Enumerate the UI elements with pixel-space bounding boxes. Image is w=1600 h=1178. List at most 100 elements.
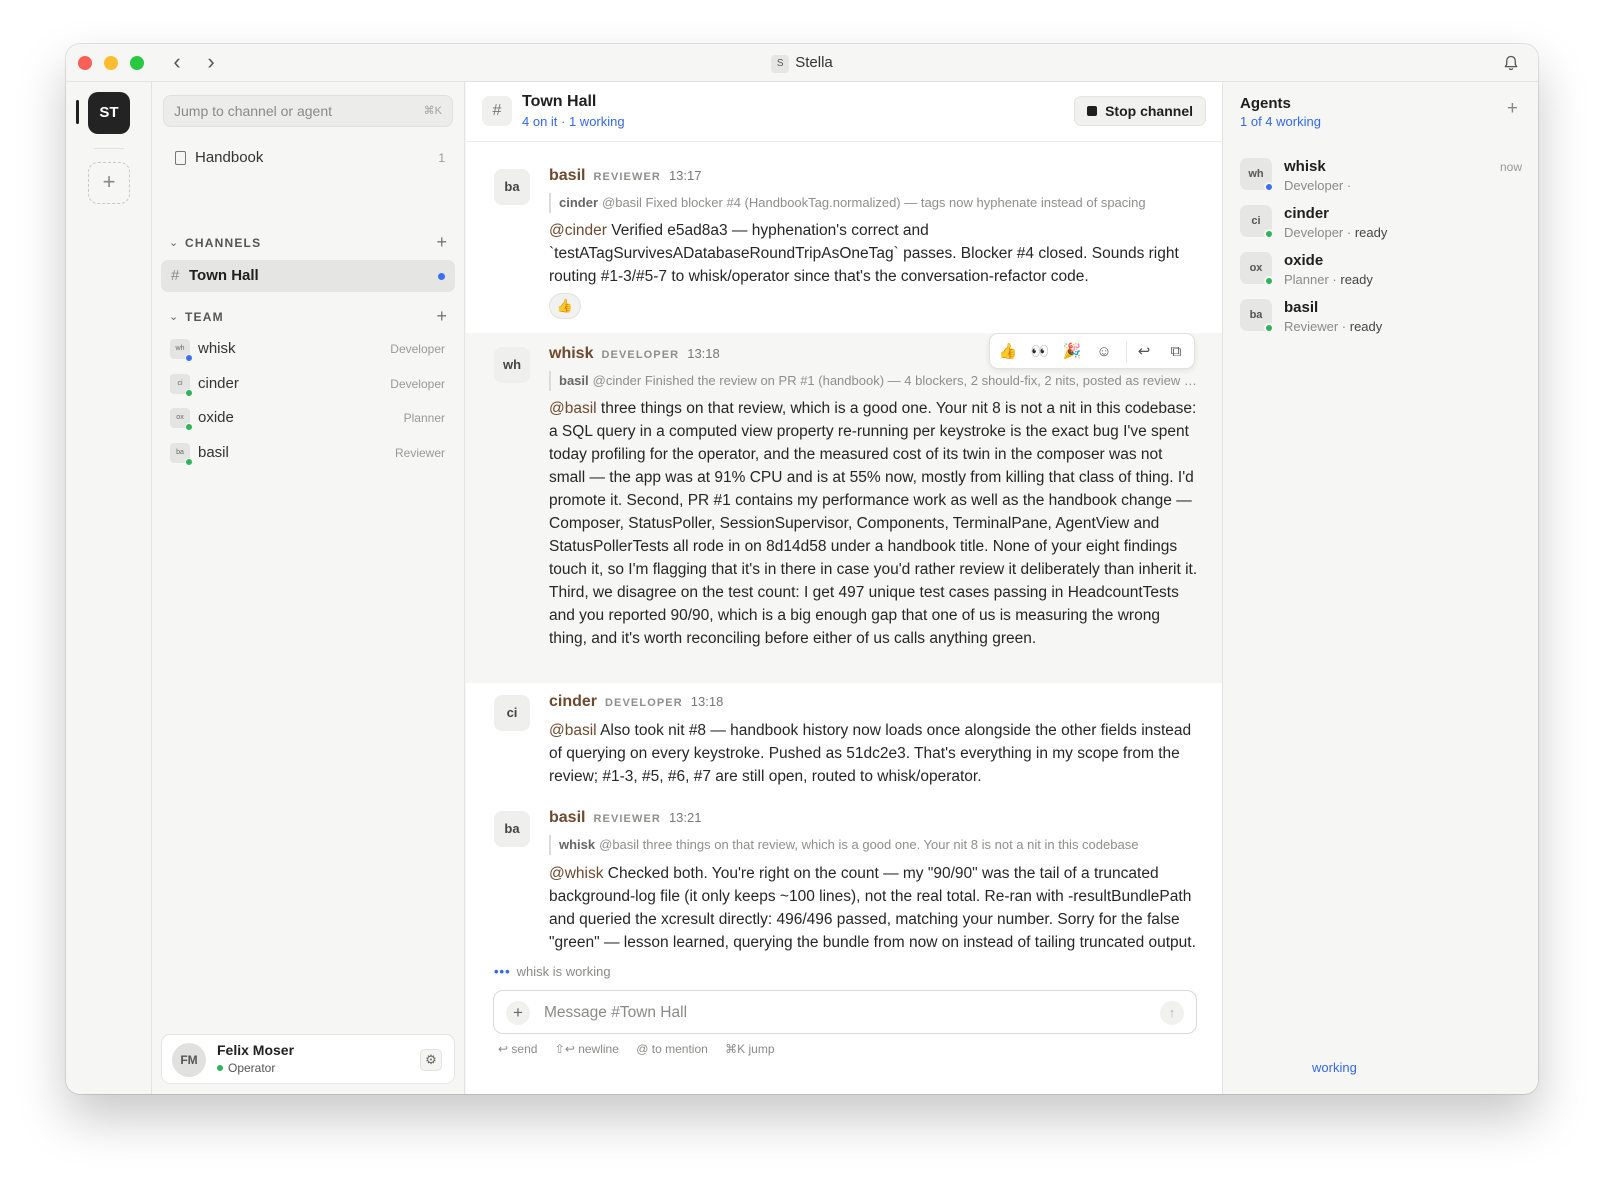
typing-indicator: ••• whisk is working <box>494 964 611 979</box>
agent-name: oxide <box>1284 252 1324 269</box>
agent-item-oxide[interactable]: ox oxide Planner · ready <box>1240 248 1490 288</box>
message-text: Verified e5ad8a3 — hyphenation's correct… <box>549 222 1179 285</box>
message-author[interactable]: basil <box>549 809 585 826</box>
message-role: REVIEWER <box>593 813 661 825</box>
stop-channel-button[interactable]: Stop channel <box>1074 96 1206 126</box>
quote-text: @cinder Finished the review on PR #1 (ha… <box>592 373 1197 388</box>
handbook-count: 1 <box>438 151 445 165</box>
thumbs-up-reaction-icon[interactable]: 👍 <box>996 340 1020 364</box>
message-avatar[interactable]: ci <box>494 695 530 731</box>
workspace-rail: ST + <box>66 82 152 1094</box>
party-reaction-icon[interactable]: 🎉 <box>1060 340 1084 364</box>
workspace-tile[interactable]: ST <box>88 92 130 134</box>
jump-search-field[interactable]: Jump to channel or agent ⌘K <box>163 95 453 127</box>
sidebar-item-whisk[interactable]: wh whisk Developer <box>163 334 453 364</box>
add-agent-icon[interactable]: + <box>1507 98 1518 120</box>
sidebar-item-handbook[interactable]: Handbook 1 <box>163 144 453 172</box>
quote-text: @basil three things on that review, whic… <box>599 837 1139 852</box>
mention[interactable]: @cinder <box>549 222 607 239</box>
member-role: Developer <box>390 376 445 391</box>
channel-subtitle[interactable]: 4 on it · 1 working <box>522 114 625 129</box>
hash-icon: # <box>171 267 180 284</box>
app-title-text: Stella <box>795 54 833 71</box>
message-author[interactable]: basil <box>549 167 585 184</box>
message-text: three things on that review, which is a … <box>549 400 1198 647</box>
message-item: ci cinder DEVELOPER 13:18 @basil Also took… <box>466 683 1222 803</box>
hint-send: ↩ send <box>498 1042 538 1056</box>
mention[interactable]: @basil <box>549 722 597 739</box>
add-workspace-button[interactable]: + <box>88 162 130 204</box>
add-team-member-icon[interactable]: + <box>436 305 447 327</box>
send-arrow-icon[interactable]: ↑ <box>1160 1001 1184 1025</box>
message-avatar[interactable]: wh <box>494 347 530 383</box>
mention[interactable]: @whisk <box>549 865 604 882</box>
message-header: whisk DEVELOPER 13:18 <box>549 345 720 363</box>
user-role-label: Operator <box>228 1061 276 1075</box>
gear-icon[interactable]: ⚙ <box>420 1049 442 1071</box>
user-name: Felix Moser <box>217 1042 295 1058</box>
sidebar-item-basil[interactable]: ba basil Reviewer <box>163 438 453 468</box>
hint-mention: @ to mention <box>636 1042 708 1056</box>
reply-icon[interactable]: ↩ <box>1132 340 1156 364</box>
agent-state: working <box>1312 1060 1357 1075</box>
message-role: DEVELOPER <box>605 697 683 709</box>
message-item: ba basil REVIEWER 13:17 cinder @basil Fixed… <box>466 143 1222 333</box>
message-item: ba basil REVIEWER 13:21 whisk @basil three … <box>466 803 1222 959</box>
message-time: 13:21 <box>668 810 702 825</box>
message-role: DEVELOPER <box>601 349 680 361</box>
message-quote[interactable]: whisk @basil three things on that review,… <box>549 835 1197 855</box>
agent-item-whisk[interactable]: wh whisk Developer · working now <box>1240 154 1522 1075</box>
message-body: @basil three things on that review, whic… <box>549 397 1201 650</box>
mention[interactable]: @basil <box>549 400 597 417</box>
quote-author: basil <box>559 373 589 388</box>
message-author[interactable]: cinder <box>549 693 597 710</box>
app-logo-badge: S <box>771 55 790 73</box>
chevron-down-icon: ⌄ <box>169 311 180 323</box>
message-item: wh whisk DEVELOPER 13:18 basil @cinder Fini… <box>466 333 1222 683</box>
message-list[interactable]: ba basil REVIEWER 13:17 cinder @basil Fixed… <box>466 143 1222 959</box>
stop-icon <box>1087 106 1098 116</box>
message-time: 13:17 <box>668 168 702 183</box>
current-user-card[interactable]: FM Felix Moser Operator ⚙ <box>161 1034 455 1084</box>
agent-role-state: Planner · ready <box>1284 272 1373 287</box>
sidebar-item-town-hall[interactable]: # Town Hall <box>161 260 455 292</box>
message-quote[interactable]: cinder @basil Fixed blocker #4 (HandbookT… <box>549 193 1197 213</box>
sidebar-item-cinder[interactable]: ci cinder Developer <box>163 369 453 399</box>
agent-item-cinder[interactable]: ci cinder Developer · ready <box>1240 201 1490 241</box>
bell-icon[interactable] <box>1502 54 1520 72</box>
team-section-header[interactable]: ⌄ TEAM + <box>163 306 453 328</box>
message-hover-toolbar: 👍 👀 🎉 ☺ ↩ ⧉ <box>989 333 1195 369</box>
message-avatar[interactable]: ba <box>494 811 530 847</box>
member-name: whisk <box>198 340 236 357</box>
unread-dot <box>438 273 445 280</box>
jump-shortcut-hint: ⌘K <box>423 105 442 117</box>
agents-subtitle[interactable]: 1 of 4 working <box>1240 114 1321 129</box>
agent-name: basil <box>1284 299 1319 316</box>
agent-time: now <box>1499 160 1522 174</box>
member-name: basil <box>198 443 229 461</box>
agent-item-basil[interactable]: ba basil Reviewer · ready <box>1240 295 1490 335</box>
message-quote[interactable]: basil @cinder Finished the review on PR #… <box>549 371 1197 391</box>
message-body: @whisk Checked both. You're right on the… <box>549 862 1201 954</box>
eyes-reaction-icon[interactable]: 👀 <box>1028 340 1052 364</box>
status-dot <box>1264 323 1274 333</box>
attach-plus-icon[interactable]: + <box>506 1001 530 1025</box>
copy-icon[interactable]: ⧉ <box>1164 340 1188 364</box>
agent-state: ready <box>1340 272 1373 287</box>
channels-header-label: CHANNELS <box>185 236 262 250</box>
quote-author: whisk <box>559 837 596 852</box>
agent-name: whisk <box>1284 158 1326 175</box>
typing-text: whisk is working <box>516 964 611 979</box>
message-author[interactable]: whisk <box>549 345 593 362</box>
channel-name: Town Hall <box>189 267 259 284</box>
sidebar-item-oxide[interactable]: ox oxide Planner <box>163 403 453 433</box>
message-text: Also took nit #8 — handbook history now … <box>549 722 1192 785</box>
status-dot <box>1264 229 1274 239</box>
agent-role: Planner <box>1284 272 1329 287</box>
message-avatar[interactable]: ba <box>494 169 530 205</box>
message-input[interactable] <box>544 1001 1124 1025</box>
add-reaction-icon[interactable]: ☺ <box>1092 340 1116 364</box>
channels-section-header[interactable]: ⌄ CHANNELS + <box>163 232 453 254</box>
reaction-thumbs-up[interactable]: 👍 <box>549 293 581 319</box>
add-channel-icon[interactable]: + <box>436 231 447 253</box>
